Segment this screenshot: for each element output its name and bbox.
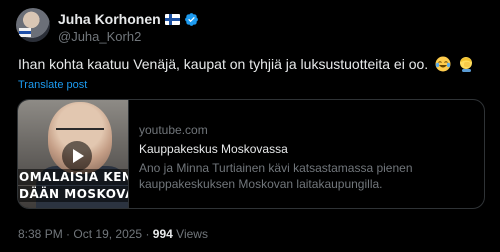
author-display-name[interactable]: Juha Korhonen (58, 11, 161, 27)
post-date[interactable]: Oct 19, 2025 (73, 227, 142, 241)
views-label: Views (176, 227, 208, 241)
thumbnail-glasses (56, 128, 104, 136)
meta-separator: · (66, 227, 71, 241)
post-metadata: 8:38 PM · Oct 19, 2025 · 994 Views (18, 227, 208, 241)
meta-separator: · (145, 227, 150, 241)
face-with-tears-of-joy-emoji-icon (435, 56, 451, 72)
thumbnail-caption-line-2: DÄÄN MOSKOVA (18, 186, 128, 202)
card-divider (128, 100, 129, 208)
card-description: Ano ja Minna Turtiainen kävi katsastamas… (139, 161, 413, 191)
card-domain: youtube.com (139, 123, 208, 137)
avatar-flag-detail (19, 28, 31, 37)
link-preview-card[interactable]: OMALAISIA KEN DÄÄN MOSKOVA youtube.com K… (17, 99, 485, 209)
translate-post-link[interactable]: Translate post (18, 79, 87, 91)
verified-badge-icon[interactable] (184, 12, 199, 27)
facepalm-emoji-icon (459, 57, 472, 72)
tweet-text: Ihan kohta kaatuu Venäjä, kaupat on tyhj… (18, 56, 474, 72)
video-thumbnail[interactable]: OMALAISIA KEN DÄÄN MOSKOVA (18, 100, 128, 208)
finland-flag-icon (164, 13, 180, 25)
thumbnail-caption-line-1: OMALAISIA KEN (18, 169, 128, 185)
author-handle[interactable]: @Juha_Korh2 (58, 29, 141, 44)
tweet-text-content: Ihan kohta kaatuu Venäjä, kaupat on tyhj… (18, 56, 429, 72)
card-title: Kauppakeskus Moskovassa (139, 142, 288, 156)
avatar[interactable] (16, 8, 50, 42)
views-count: 994 (152, 227, 173, 241)
tweet: Juha Korhonen @Juha_Korh2 Ihan kohta kaa… (0, 0, 500, 252)
card-body: youtube.com Kauppakeskus Moskovassa Ano … (139, 122, 474, 192)
author-row: Juha Korhonen (58, 10, 199, 28)
post-time[interactable]: 8:38 PM (18, 227, 63, 241)
play-icon[interactable] (62, 141, 92, 171)
